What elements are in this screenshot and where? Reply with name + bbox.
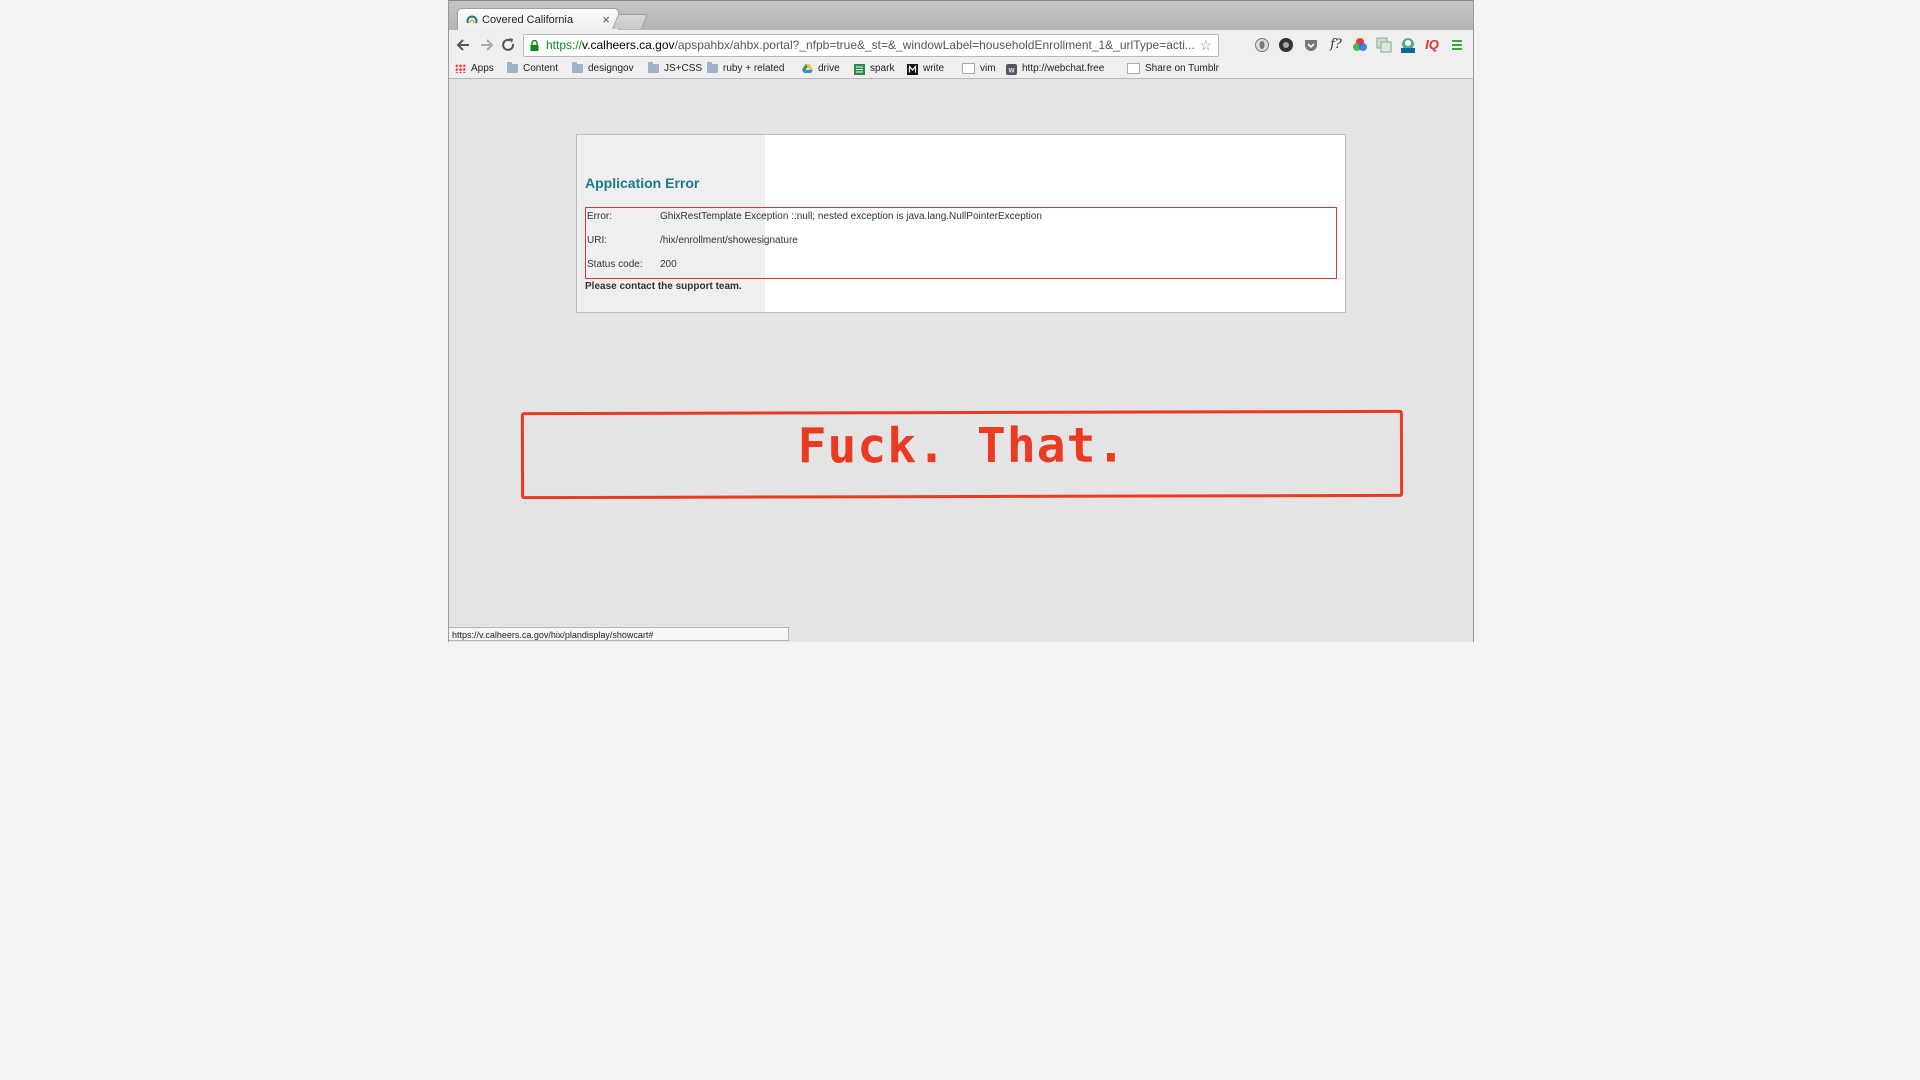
status-bar-url: https://v.calheers.ca.gov/hix/plandispla…	[449, 627, 789, 641]
error-value: GhixRestTemplate Exception ::null; neste…	[660, 211, 1042, 222]
forward-icon[interactable]	[476, 35, 496, 55]
bookmark-apps[interactable]: Apps	[455, 62, 494, 76]
new-badge-icon[interactable]	[1400, 37, 1416, 53]
bookmark-star-icon[interactable]: ☆	[1199, 35, 1212, 56]
bookmark-ruby-related[interactable]: ruby + related	[707, 61, 785, 76]
bookmark-label: Share on Tumblr	[1145, 63, 1219, 74]
page-title: Application Error	[585, 175, 700, 191]
status-code-value: 200	[660, 259, 677, 270]
error-label: Error:	[587, 211, 612, 222]
bookmark-js-css[interactable]: JS+CSS	[648, 61, 703, 76]
error-details-box: Error: GhixRestTemplate Exception ::null…	[585, 207, 1337, 279]
uri-label: URI:	[587, 235, 607, 246]
folder-icon	[507, 61, 518, 73]
webchat-icon: w	[1006, 63, 1017, 75]
bookmark-label: JS+CSS	[664, 63, 703, 74]
iq-icon[interactable]: IQ	[1424, 37, 1440, 53]
uri-value: /hix/enrollment/showesignature	[660, 235, 798, 246]
annotation-box: Fuck. That.	[520, 409, 1404, 500]
page-icon	[962, 62, 975, 74]
font-icon[interactable]: f?	[1328, 37, 1344, 53]
url-scheme: https://	[546, 38, 583, 52]
folder-icon	[707, 61, 718, 73]
bookmark-label: vim	[980, 63, 996, 74]
bookmark-designgov[interactable]: designgov	[572, 61, 634, 76]
page-icon	[1127, 62, 1140, 74]
browser-window: Covered California × https://v.calheers.…	[448, 0, 1474, 642]
bookmark-content[interactable]: Content	[507, 61, 559, 76]
pocket-icon[interactable]	[1303, 37, 1319, 53]
covered-california-favicon-icon	[466, 15, 478, 24]
color-wheel-icon[interactable]	[1352, 37, 1368, 53]
bookmark-label: spark	[870, 63, 895, 74]
lock-icon	[530, 40, 539, 51]
tab-close-icon[interactable]: ×	[602, 12, 610, 27]
url-path: /apspahbx/ahbx.portal?_nfpb=true&_st=&_w…	[674, 38, 1195, 52]
apps-grid-icon	[455, 63, 466, 73]
write-icon	[907, 63, 918, 75]
bookmark-label: ruby + related	[723, 63, 785, 74]
tab-title: Covered California	[482, 14, 574, 26]
bookmark-webchat[interactable]: w http://webchat.free	[1006, 62, 1104, 76]
layers-icon[interactable]	[1376, 37, 1392, 53]
status-code-label: Status code:	[587, 259, 643, 270]
url-host: v.calheers.ca.gov	[582, 38, 675, 52]
bookmark-drive[interactable]: drive	[802, 62, 840, 76]
back-icon[interactable]	[454, 35, 474, 55]
bookmark-label: Content	[523, 63, 559, 74]
new-tab-button[interactable]	[611, 14, 649, 29]
bookmark-label: Apps	[471, 63, 494, 74]
reload-icon[interactable]	[498, 35, 518, 55]
folder-icon	[648, 61, 659, 73]
bookmark-share-on-tumblr[interactable]: Share on Tumblr	[1127, 62, 1219, 76]
bookmark-write[interactable]: write	[907, 62, 944, 76]
annotation-text: Fuck. That.	[797, 417, 1127, 475]
bookmark-label: designgov	[588, 63, 634, 74]
spark-icon	[854, 63, 865, 75]
svg-text:w: w	[1008, 65, 1015, 74]
bookmark-label: drive	[818, 63, 840, 74]
circle-icon[interactable]	[1278, 37, 1294, 53]
bookmark-label: http://webchat.free	[1022, 63, 1105, 74]
drive-icon	[802, 63, 813, 73]
ghost-icon[interactable]	[1254, 37, 1270, 53]
tab-strip: Covered California ×	[449, 0, 1473, 32]
tab-covered-california[interactable]: Covered California ×	[457, 8, 619, 32]
address-bar[interactable]: https://v.calheers.ca.gov/apspahbx/ahbx.…	[523, 34, 1219, 57]
bookmark-spark[interactable]: spark	[854, 62, 894, 76]
toolbar: https://v.calheers.ca.gov/apspahbx/ahbx.…	[449, 30, 1473, 60]
bookmark-label: write	[923, 63, 945, 74]
bookmark-vim[interactable]: vim	[962, 62, 996, 76]
support-message: Please contact the support team.	[585, 281, 742, 292]
url-text: https://v.calheers.ca.gov/apspahbx/ahbx.…	[546, 35, 1195, 56]
menu-icon[interactable]	[1449, 37, 1465, 53]
folder-icon	[572, 61, 583, 73]
error-card: Application Error Error: GhixRestTemplat…	[576, 134, 1346, 313]
bookmarks-bar: Apps Content designgov JS+CSS ruby + rel…	[449, 60, 1473, 79]
